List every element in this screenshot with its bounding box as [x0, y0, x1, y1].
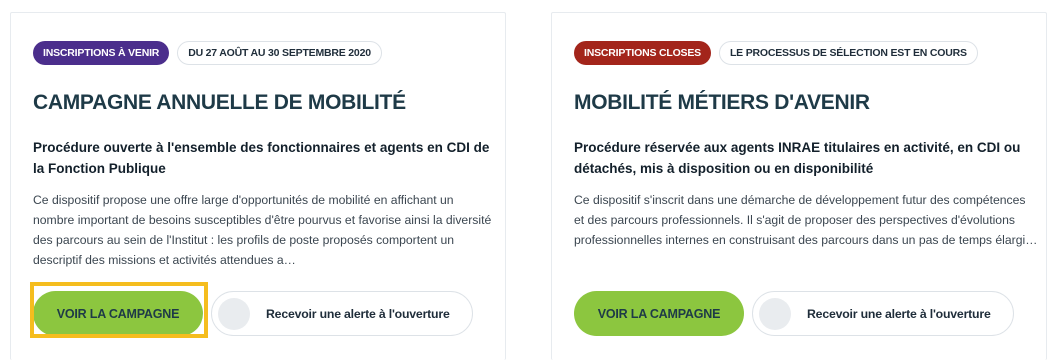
view-campaign-button[interactable]: VOIR LA CAMPAGNE [574, 291, 744, 336]
card-description: Ce dispositif propose une offre large d'… [33, 193, 492, 267]
card-tags: INSCRIPTIONS À VENIR DU 27 AOÛT AU 30 SE… [33, 41, 382, 65]
campaign-card-annual-mobility: INSCRIPTIONS À VENIR DU 27 AOÛT AU 30 SE… [10, 12, 506, 360]
card-actions: VOIR LA CAMPAGNE Recevoir une alerte à l… [33, 291, 473, 336]
selection-status-pill: LE PROCESSUS DE SÉLECTION EST EN COURS [718, 41, 978, 65]
alert-label: Recevoir une alerte à l'ouverture [266, 306, 450, 321]
card-title: CAMPAGNE ANNUELLE DE MOBILITÉ [33, 91, 406, 114]
card-subtitle: Procédure réservée aux agents INRAE titu… [574, 140, 1021, 176]
status-badge: INSCRIPTIONS CLOSES [574, 41, 711, 65]
toggle-knob-icon [218, 297, 250, 330]
opening-alert-toggle[interactable]: Recevoir une alerte à l'ouverture [752, 291, 1014, 336]
card-description: Ce dispositif s'inscrit dans une démarch… [574, 193, 1038, 247]
campaign-card-future-careers: INSCRIPTIONS CLOSES LE PROCESSUS DE SÉLE… [551, 12, 1047, 360]
view-campaign-button[interactable]: VOIR LA CAMPAGNE [33, 291, 203, 336]
alert-label: Recevoir une alerte à l'ouverture [807, 306, 991, 321]
card-tags: INSCRIPTIONS CLOSES LE PROCESSUS DE SÉLE… [574, 41, 978, 65]
card-title: MOBILITÉ MÉTIERS D'AVENIR [574, 91, 870, 114]
status-badge: INSCRIPTIONS À VENIR [33, 41, 170, 65]
card-actions: VOIR LA CAMPAGNE Recevoir une alerte à l… [574, 291, 1014, 336]
card-subtitle: Procédure ouverte à l'ensemble des fonct… [33, 140, 490, 176]
opening-alert-toggle[interactable]: Recevoir une alerte à l'ouverture [211, 291, 473, 336]
toggle-knob-icon [759, 297, 791, 330]
date-range-pill: DU 27 AOÛT AU 30 SEPTEMBRE 2020 [177, 41, 382, 65]
